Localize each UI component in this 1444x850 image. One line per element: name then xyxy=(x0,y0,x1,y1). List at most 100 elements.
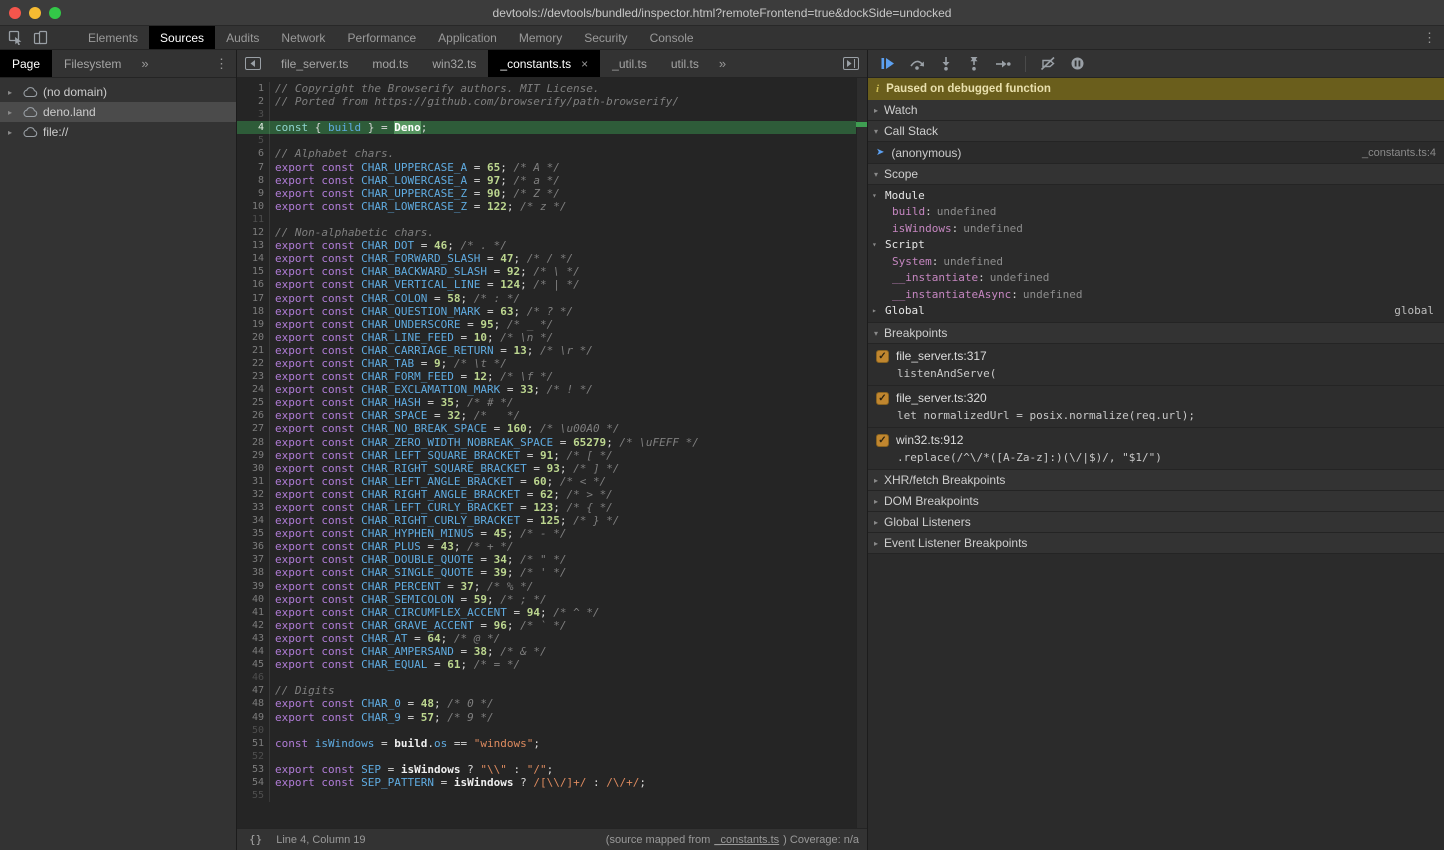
code-line-text[interactable]: export const CHAR_RIGHT_ANGLE_BRACKET = … xyxy=(270,488,613,501)
line-number[interactable]: 46 xyxy=(237,671,270,684)
breakpoint-snippet[interactable]: .replace(/^\/*([A-Za-z]:)(\/|$)/, "$1/") xyxy=(868,448,1444,464)
code-line-text[interactable]: export const CHAR_AMPERSAND = 38; /* & *… xyxy=(270,645,547,658)
inspect-element-icon[interactable] xyxy=(8,30,23,45)
line-number[interactable]: 30 xyxy=(237,462,270,475)
line-number[interactable]: 3 xyxy=(237,108,270,121)
line-number[interactable]: 51 xyxy=(237,737,270,750)
line-number[interactable]: 24 xyxy=(237,383,270,396)
code-line-text[interactable]: export const CHAR_LOWERCASE_A = 97; /* a… xyxy=(270,174,560,187)
pause-on-exceptions-icon[interactable] xyxy=(1070,56,1085,71)
code-line-text[interactable]: export const CHAR_UNDERSCORE = 95; /* _ … xyxy=(270,318,553,331)
step-into-icon[interactable] xyxy=(939,56,953,71)
section-watch[interactable]: ▸ Watch xyxy=(868,100,1444,121)
line-number[interactable]: 48 xyxy=(237,697,270,710)
breakpoint-location[interactable]: win32.ts:912 xyxy=(896,433,963,447)
source-map-link[interactable]: _constants.ts xyxy=(714,834,779,846)
code-line-text[interactable]: const { build } = Deno; xyxy=(270,121,427,134)
file-tab-util-ts[interactable]: _util.ts xyxy=(600,50,659,77)
line-number[interactable]: 23 xyxy=(237,370,270,383)
more-menu-icon[interactable]: ⋮ xyxy=(1423,31,1436,44)
code-line-text[interactable]: export const CHAR_LINE_FEED = 10; /* \n … xyxy=(270,331,553,344)
call-stack-frame[interactable]: ➤(anonymous)_constants.ts:4 xyxy=(868,142,1444,163)
file-tab-mod-ts[interactable]: mod.ts xyxy=(360,50,420,77)
line-number[interactable]: 2 xyxy=(237,95,270,108)
main-tab-network[interactable]: Network xyxy=(270,26,336,49)
code-line-text[interactable] xyxy=(270,789,275,802)
code-line-text[interactable]: export const CHAR_HASH = 35; /* # */ xyxy=(270,396,513,409)
scope-group-module[interactable]: ▾Module xyxy=(868,187,1444,204)
section-breakpoints[interactable]: ▾ Breakpoints xyxy=(868,323,1444,344)
line-number[interactable]: 8 xyxy=(237,174,270,187)
line-number[interactable]: 19 xyxy=(237,318,270,331)
code-line-text[interactable]: export const CHAR_FORWARD_SLASH = 47; /*… xyxy=(270,252,573,265)
line-number[interactable]: 44 xyxy=(237,645,270,658)
navigator-tab-page[interactable]: Page xyxy=(0,50,52,77)
tree-item-file[interactable]: ▸file:// xyxy=(0,122,236,142)
frame-location[interactable]: _constants.ts:4 xyxy=(1362,147,1436,159)
navigator-tabs-overflow-icon[interactable]: » xyxy=(133,50,156,77)
line-number[interactable]: 15 xyxy=(237,265,270,278)
line-number[interactable]: 38 xyxy=(237,566,270,579)
code-line-text[interactable] xyxy=(270,213,275,226)
code-line-text[interactable]: export const SEP_PATTERN = isWindows ? /… xyxy=(270,776,646,789)
main-tab-security[interactable]: Security xyxy=(573,26,638,49)
code-line-text[interactable]: export const CHAR_VERTICAL_LINE = 124; /… xyxy=(270,278,580,291)
scope-variable[interactable]: __instantiate:undefined xyxy=(868,270,1444,287)
line-number[interactable]: 35 xyxy=(237,527,270,540)
scope-group-script[interactable]: ▾Script xyxy=(868,237,1444,254)
code-line-text[interactable]: export const CHAR_DOT = 46; /* . */ xyxy=(270,239,507,252)
line-number[interactable]: 16 xyxy=(237,278,270,291)
line-number[interactable]: 21 xyxy=(237,344,270,357)
hide-navigator-icon[interactable] xyxy=(237,50,269,77)
file-tabs-overflow-icon[interactable]: » xyxy=(711,50,734,77)
tree-item-no-domain[interactable]: ▸(no domain) xyxy=(0,82,236,102)
code-line-text[interactable]: // Digits xyxy=(270,684,335,697)
line-number[interactable]: 34 xyxy=(237,514,270,527)
line-number[interactable]: 29 xyxy=(237,449,270,462)
line-number[interactable]: 5 xyxy=(237,134,270,147)
file-tab-constants-ts[interactable]: _constants.ts× xyxy=(488,50,600,77)
scope-variable[interactable]: __instantiateAsync:undefined xyxy=(868,286,1444,303)
breakpoint-checkbox[interactable]: ✓ xyxy=(876,350,889,363)
section-event-listener-breakpoints[interactable]: ▸Event Listener Breakpoints xyxy=(868,533,1444,554)
line-number[interactable]: 41 xyxy=(237,606,270,619)
code-line-text[interactable]: // Copyright the Browserify authors. MIT… xyxy=(270,82,600,95)
code-line-text[interactable]: export const CHAR_EQUAL = 61; /* = */ xyxy=(270,658,520,671)
file-tab-win32-ts[interactable]: win32.ts xyxy=(420,50,488,77)
line-number[interactable]: 10 xyxy=(237,200,270,213)
line-number[interactable]: 52 xyxy=(237,750,270,763)
line-number[interactable]: 22 xyxy=(237,357,270,370)
code-line-text[interactable]: export const CHAR_0 = 48; /* 0 */ xyxy=(270,697,494,710)
show-debugger-panel-icon[interactable] xyxy=(835,50,867,77)
line-number[interactable]: 33 xyxy=(237,501,270,514)
line-number[interactable]: 31 xyxy=(237,475,270,488)
code-line-text[interactable]: export const CHAR_AT = 64; /* @ */ xyxy=(270,632,500,645)
code-line-text[interactable]: export const CHAR_EXCLAMATION_MARK = 33;… xyxy=(270,383,593,396)
code-line-text[interactable]: export const CHAR_LEFT_SQUARE_BRACKET = … xyxy=(270,449,613,462)
section-scope[interactable]: ▾ Scope xyxy=(868,164,1444,185)
line-number[interactable]: 43 xyxy=(237,632,270,645)
code-line-text[interactable]: export const CHAR_SPACE = 32; /* */ xyxy=(270,409,520,422)
code-line-text[interactable]: export const CHAR_DOUBLE_QUOTE = 34; /* … xyxy=(270,553,566,566)
line-number[interactable]: 26 xyxy=(237,409,270,422)
editor-scrollbar[interactable] xyxy=(856,78,867,828)
navigator-menu-icon[interactable]: ⋮ xyxy=(207,50,236,77)
code-line-text[interactable]: export const CHAR_UPPERCASE_A = 65; /* A… xyxy=(270,161,560,174)
section-global-listeners[interactable]: ▸Global Listeners xyxy=(868,512,1444,533)
line-number[interactable]: 12 xyxy=(237,226,270,239)
close-tab-icon[interactable]: × xyxy=(581,57,588,71)
line-number[interactable]: 53 xyxy=(237,763,270,776)
main-tab-memory[interactable]: Memory xyxy=(508,26,573,49)
breakpoint-location[interactable]: file_server.ts:317 xyxy=(896,349,987,363)
code-line-text[interactable]: export const CHAR_GRAVE_ACCENT = 96; /* … xyxy=(270,619,566,632)
main-tab-elements[interactable]: Elements xyxy=(77,26,149,49)
code-line-text[interactable]: // Ported from https://github.com/browse… xyxy=(270,95,679,108)
line-number[interactable]: 37 xyxy=(237,553,270,566)
line-number[interactable]: 13 xyxy=(237,239,270,252)
scope-variable[interactable]: isWindows:undefined xyxy=(868,220,1444,237)
code-line-text[interactable]: export const CHAR_RIGHT_CURLY_BRACKET = … xyxy=(270,514,619,527)
code-line-text[interactable]: export const CHAR_LEFT_CURLY_BRACKET = 1… xyxy=(270,501,613,514)
line-number[interactable]: 7 xyxy=(237,161,270,174)
line-number[interactable]: 4 xyxy=(237,121,270,134)
file-tab-util-ts[interactable]: util.ts xyxy=(659,50,711,77)
